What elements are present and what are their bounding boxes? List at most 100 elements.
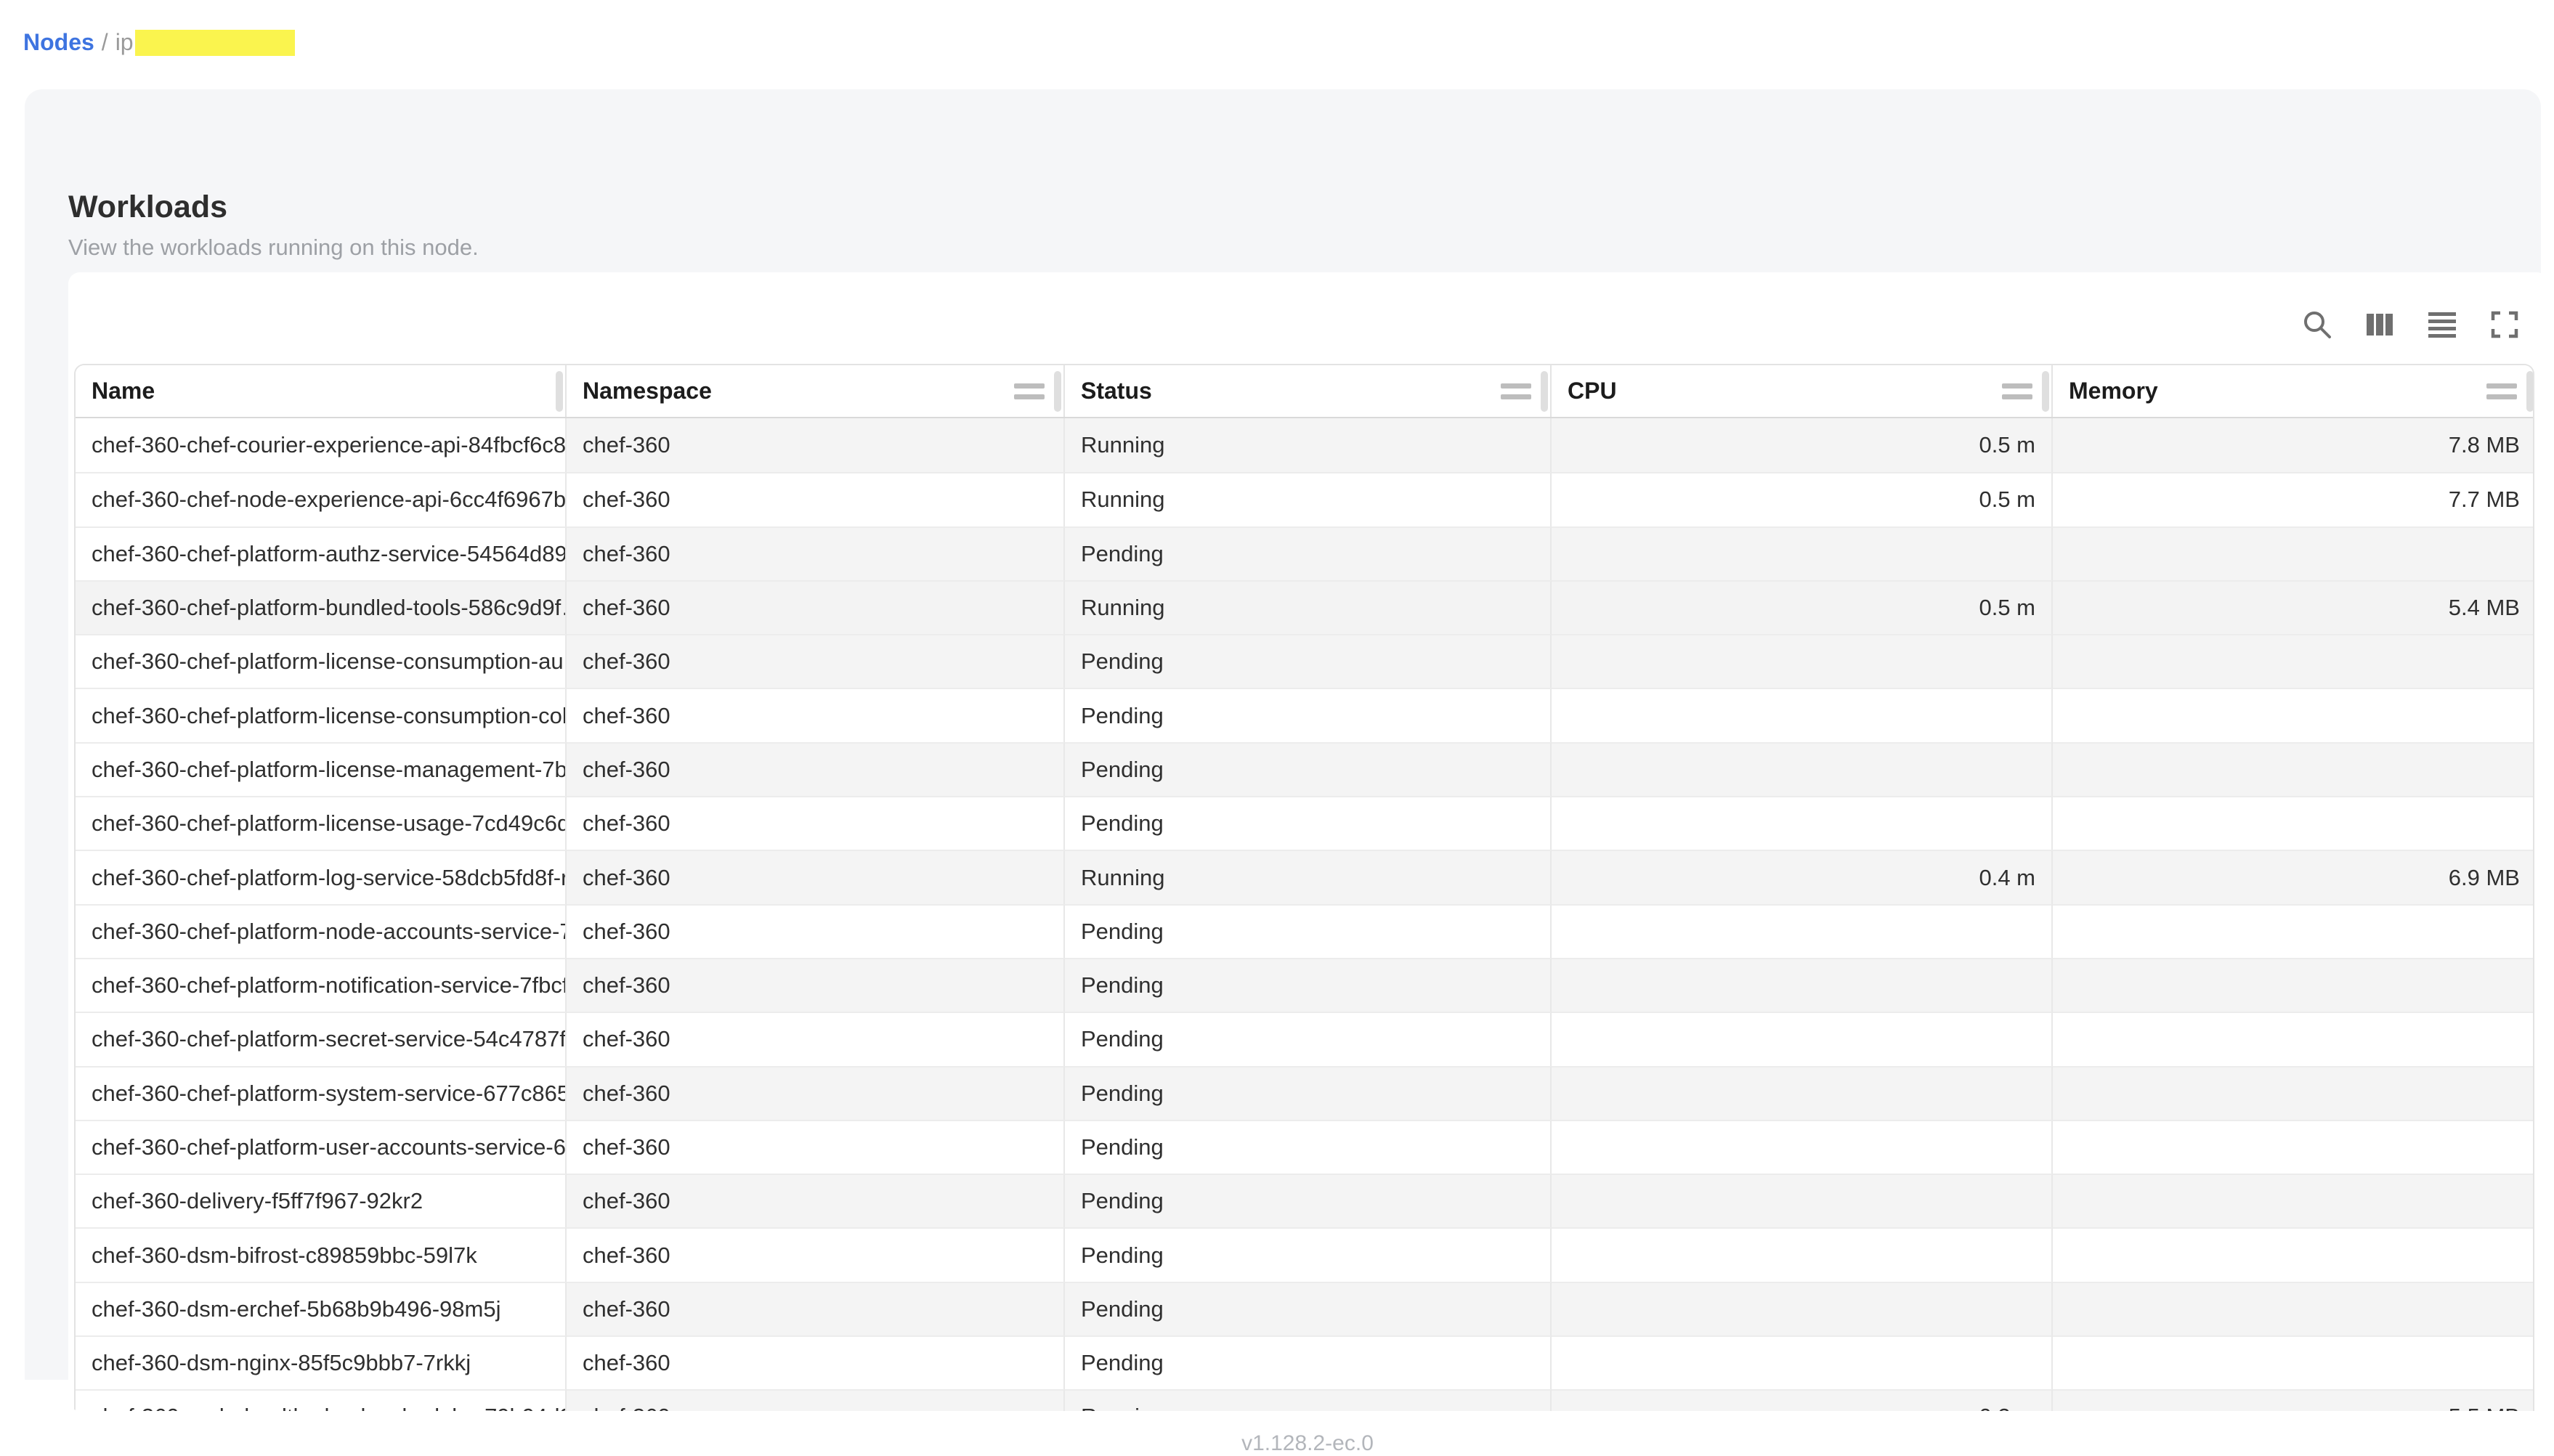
cell-cpu bbox=[1552, 1335, 2053, 1389]
column-header-status[interactable]: Status bbox=[1065, 365, 1552, 417]
column-resize-handle[interactable] bbox=[2042, 371, 2049, 412]
columns-icon[interactable] bbox=[2361, 306, 2399, 343]
cell-namespace: chef-360 bbox=[567, 850, 1065, 903]
cell-cpu: 0.5 m bbox=[1552, 472, 2053, 526]
column-resize-handle[interactable] bbox=[2526, 371, 2534, 412]
cell-namespace: chef-360 bbox=[567, 634, 1065, 688]
cell-name: chef-360-chef-courier-experience-api-84f… bbox=[76, 418, 567, 472]
table-row[interactable]: chef-360-chef-platform-log-service-58dcb… bbox=[76, 850, 2533, 903]
cell-namespace: chef-360 bbox=[567, 1335, 1065, 1389]
cell-name: chef-360-chef-platform-license-consumpti… bbox=[76, 634, 567, 688]
table-body: chef-360-chef-courier-experience-api-84f… bbox=[76, 418, 2533, 1411]
table-row[interactable]: chef-360-chef-platform-user-accounts-ser… bbox=[76, 1120, 2533, 1174]
cell-memory bbox=[2053, 1227, 2534, 1281]
workloads-card: Name Namespace Status CPU Memory chef-360-ch… bbox=[68, 272, 2548, 1411]
table-row[interactable]: chef-360-chef-platform-license-consumpti… bbox=[76, 634, 2533, 688]
cell-status: Pending bbox=[1065, 526, 1552, 580]
table-toolbar bbox=[2298, 306, 2523, 343]
column-resize-handle[interactable] bbox=[1054, 371, 1061, 412]
cell-name: chef-360-chef-platform-node-accounts-ser… bbox=[76, 904, 567, 958]
cell-status: Running bbox=[1065, 580, 1552, 634]
cell-memory bbox=[2053, 1282, 2534, 1335]
table-row[interactable]: chef-360-chef-platform-secret-service-54… bbox=[76, 1012, 2533, 1065]
cell-namespace: chef-360 bbox=[567, 958, 1065, 1012]
table-row[interactable]: chef-360-chef-platform-license-managemen… bbox=[76, 742, 2533, 796]
column-menu-icon[interactable] bbox=[1014, 383, 1045, 399]
table-row[interactable]: chef-360-dsm-nginx-85f5c9bbb7-7rkkjchef-… bbox=[76, 1335, 2533, 1389]
cell-name: chef-360-dsm-erchef-5b68b9b496-98m5j bbox=[76, 1282, 567, 1335]
table-row[interactable]: chef-360-chef-platform-license-usage-7cd… bbox=[76, 796, 2533, 850]
cell-memory bbox=[2053, 1335, 2534, 1389]
cell-name: chef-360-chef-platform-license-managemen… bbox=[76, 742, 567, 796]
cell-namespace: chef-360 bbox=[567, 1227, 1065, 1281]
table-row[interactable]: chef-360-dsm-bifrost-c89859bbc-59l7kchef… bbox=[76, 1227, 2533, 1281]
cell-namespace: chef-360 bbox=[567, 472, 1065, 526]
cell-name: chef-360-delivery-f5ff7f967-92kr2 bbox=[76, 1174, 567, 1227]
column-header-namespace[interactable]: Namespace bbox=[567, 365, 1065, 417]
table-row[interactable]: chef-360-chef-platform-system-service-67… bbox=[76, 1066, 2533, 1120]
cell-status: Pending bbox=[1065, 1120, 1552, 1174]
cell-status: Pending bbox=[1065, 796, 1552, 850]
fullscreen-icon[interactable] bbox=[2486, 306, 2523, 343]
content-panel: Workloads View the workloads running on … bbox=[25, 89, 2541, 1380]
cell-cpu bbox=[1552, 958, 2053, 1012]
table-row[interactable]: chef-360-chef-platform-authz-service-545… bbox=[76, 526, 2533, 580]
cell-memory bbox=[2053, 1066, 2534, 1120]
column-menu-icon[interactable] bbox=[1501, 383, 1531, 399]
redaction-highlight bbox=[135, 30, 295, 56]
breadcrumb-current: ip bbox=[115, 29, 134, 56]
cell-name: chef-360-dsm-bifrost-c89859bbc-59l7k bbox=[76, 1227, 567, 1281]
cell-cpu bbox=[1552, 688, 2053, 741]
column-header-label: CPU bbox=[1568, 378, 1617, 404]
column-header-memory[interactable]: Memory bbox=[2053, 365, 2534, 417]
cell-namespace: chef-360 bbox=[567, 742, 1065, 796]
cell-cpu bbox=[1552, 796, 2053, 850]
cell-namespace: chef-360 bbox=[567, 1389, 1065, 1411]
column-header-name[interactable]: Name bbox=[76, 365, 567, 417]
cell-memory bbox=[2053, 958, 2534, 1012]
workloads-table: Name Namespace Status CPU Memory chef-360-ch… bbox=[74, 364, 2534, 1411]
cell-namespace: chef-360 bbox=[567, 1174, 1065, 1227]
table-row[interactable]: chef-360-node-health-check-scheduler-79b… bbox=[76, 1389, 2533, 1411]
cell-memory bbox=[2053, 1012, 2534, 1065]
table-row[interactable]: chef-360-chef-platform-node-accounts-ser… bbox=[76, 904, 2533, 958]
cell-cpu bbox=[1552, 1227, 2053, 1281]
cell-namespace: chef-360 bbox=[567, 796, 1065, 850]
search-icon[interactable] bbox=[2298, 306, 2336, 343]
version-label: v1.128.2-ec.0 bbox=[49, 1431, 2554, 1456]
cell-memory bbox=[2053, 688, 2534, 741]
column-menu-icon[interactable] bbox=[2002, 383, 2032, 399]
column-menu-icon[interactable] bbox=[2486, 383, 2517, 399]
table-row[interactable]: chef-360-chef-platform-notification-serv… bbox=[76, 958, 2533, 1012]
cell-status: Pending bbox=[1065, 1282, 1552, 1335]
table-row[interactable]: chef-360-chef-platform-bundled-tools-586… bbox=[76, 580, 2533, 634]
table-row[interactable]: chef-360-dsm-erchef-5b68b9b496-98m5jchef… bbox=[76, 1282, 2533, 1335]
cell-name: chef-360-chef-platform-system-service-67… bbox=[76, 1066, 567, 1120]
cell-memory bbox=[2053, 526, 2534, 580]
column-resize-handle[interactable] bbox=[556, 371, 563, 412]
cell-status: Pending bbox=[1065, 1174, 1552, 1227]
column-resize-handle[interactable] bbox=[1541, 371, 1548, 412]
column-header-cpu[interactable]: CPU bbox=[1552, 365, 2053, 417]
cell-cpu: 0.4 m bbox=[1552, 850, 2053, 903]
cell-memory: 7.8 MB bbox=[2053, 418, 2534, 472]
breadcrumb: Nodes / ip bbox=[23, 29, 295, 56]
cell-name: chef-360-dsm-nginx-85f5c9bbb7-7rkkj bbox=[76, 1335, 567, 1389]
cell-status: Running bbox=[1065, 418, 1552, 472]
table-row[interactable]: chef-360-chef-platform-license-consumpti… bbox=[76, 688, 2533, 741]
table-row[interactable]: chef-360-chef-courier-experience-api-84f… bbox=[76, 418, 2533, 472]
cell-name: chef-360-chef-platform-notification-serv… bbox=[76, 958, 567, 1012]
page-subtitle: View the workloads running on this node. bbox=[68, 235, 479, 261]
table-row[interactable]: chef-360-chef-node-experience-api-6cc4f6… bbox=[76, 472, 2533, 526]
cell-cpu bbox=[1552, 742, 2053, 796]
cell-status: Pending bbox=[1065, 688, 1552, 741]
cell-memory bbox=[2053, 742, 2534, 796]
density-icon[interactable] bbox=[2423, 306, 2461, 343]
column-header-label: Name bbox=[92, 378, 155, 404]
table-row[interactable]: chef-360-delivery-f5ff7f967-92kr2chef-36… bbox=[76, 1174, 2533, 1227]
breadcrumb-nodes-link[interactable]: Nodes bbox=[23, 29, 94, 56]
cell-cpu: 0.5 m bbox=[1552, 418, 2053, 472]
column-header-label: Status bbox=[1081, 378, 1152, 404]
cell-cpu: 0.5 m bbox=[1552, 580, 2053, 634]
cell-name: chef-360-chef-platform-log-service-58dcb… bbox=[76, 850, 567, 903]
